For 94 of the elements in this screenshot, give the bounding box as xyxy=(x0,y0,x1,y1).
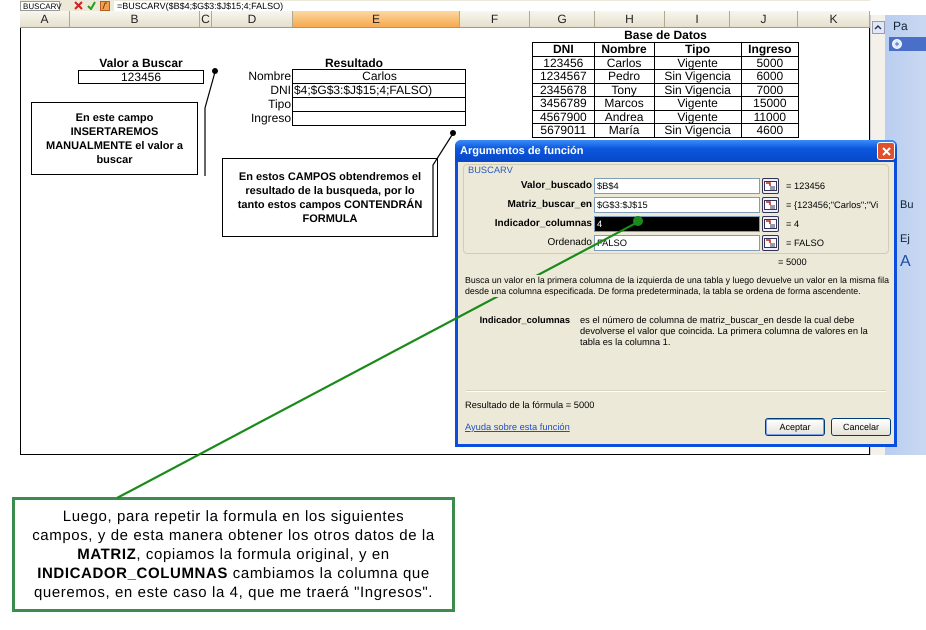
table-cell: Vigente xyxy=(654,110,742,124)
function-result: = 5000 xyxy=(778,257,808,269)
field-label: Ingreso xyxy=(250,112,292,126)
close-icon xyxy=(880,146,892,156)
chevron-up-icon xyxy=(874,24,882,31)
argument-result: = FALSO xyxy=(785,238,825,248)
dialog-button[interactable]: Aceptar xyxy=(765,418,825,436)
function-description: Busca un valor en la primera columna de la izquierda de una tabla y luego devuelve un valor en la misma fila desde una columna especificada. De forma predeterminada, la tabla se ordena de forma ascendente. xyxy=(465,275,892,297)
table-cell: 7000 xyxy=(741,83,798,96)
table-cell: 15000 xyxy=(741,96,798,110)
argument-label: Ordenado xyxy=(546,237,592,248)
argument-description: es el número de columna de matriz_buscar_en desde la cual debe devolverse el valor que coincida. La primera columna de valores en la tabla es la columna 1. xyxy=(580,315,869,348)
label: Valor a Buscar xyxy=(98,56,184,70)
result-cell[interactable]: Carlos xyxy=(292,69,466,84)
callout-text: Luego, para repetir la formula en los siguientes campos, y de esta manera obtener los otros datos de la MATRIZ, copiamos la formula original, y en INDICADOR_COLUMNAS cambiamos la columna que queremos, en este caso la 4, que me traerá "Ingresos". xyxy=(31,507,436,602)
table-cell: Sin Vigencia xyxy=(654,83,742,96)
column-header[interactable]: E xyxy=(293,11,460,27)
column-header: Tipo xyxy=(654,42,742,56)
table-cell: 4600 xyxy=(741,124,798,137)
pane-label: Bu xyxy=(900,199,914,211)
column-header[interactable]: I xyxy=(665,11,730,27)
argument-result: = {123456;"Carlos";"Vi xyxy=(785,200,880,210)
dialog-button[interactable]: Cancelar xyxy=(831,418,891,436)
argument-field[interactable]: $B$4 xyxy=(594,178,760,194)
table-cell: 2345678 xyxy=(532,83,594,96)
formula-result: Resultado de la fórmula = 5000 xyxy=(465,400,596,410)
table-cell: Sin Vigencia xyxy=(654,124,742,137)
close-button[interactable] xyxy=(877,142,895,160)
range-select-button[interactable] xyxy=(762,216,779,232)
table-cell: Vigente xyxy=(654,56,742,70)
column-header[interactable]: A xyxy=(20,11,70,27)
column-header[interactable]: F xyxy=(460,11,530,27)
table-cell: 6000 xyxy=(741,70,798,83)
argument-result: = 123456 xyxy=(785,180,826,190)
column-header[interactable]: H xyxy=(595,11,665,27)
name-box[interactable]: BUSCARV xyxy=(20,0,60,10)
table-cell: Pedro xyxy=(594,70,654,83)
scroll-up-button[interactable] xyxy=(872,21,884,34)
cancel-icon[interactable] xyxy=(74,1,83,10)
help-link[interactable]: Ayuda sobre esta función xyxy=(465,422,570,432)
column-header[interactable]: K xyxy=(798,11,870,27)
table-cell: María xyxy=(594,124,654,137)
field-label: Tipo xyxy=(267,98,292,112)
range-select-button[interactable] xyxy=(762,178,779,194)
table-cell: Vigente xyxy=(654,96,742,110)
note-text: En este campo INSERTAREMOS MANUALMENTE el valor a buscar xyxy=(45,110,184,166)
column-header: Nombre xyxy=(594,42,654,56)
dialog-title: Argumentos de función xyxy=(460,145,584,157)
formula-field[interactable]: =BUSCARV($B$4;$G$3:$J$15;4;FALSO) xyxy=(114,0,870,10)
table-cell: 3456789 xyxy=(532,96,594,110)
table-cell: 123456 xyxy=(532,56,594,70)
check-icon[interactable] xyxy=(87,1,96,10)
pane-label: Ej xyxy=(900,233,911,245)
table-cell: Carlos xyxy=(594,56,654,70)
field-label: DNI xyxy=(269,84,292,98)
label: Resultado xyxy=(324,56,384,70)
field-label: Nombre xyxy=(247,70,292,84)
pane-title: Pa xyxy=(893,19,909,33)
result-cell[interactable]: $4;$G$3:$J$15;4;FALSO) xyxy=(292,83,466,98)
argument-label: Matriz_buscar_en xyxy=(506,199,592,210)
table-title: Base de Datos xyxy=(623,28,708,42)
column-header[interactable]: B xyxy=(70,11,200,27)
pane-heading: A xyxy=(900,253,912,271)
table-cell: Tony xyxy=(594,83,654,96)
table-cell: 1234567 xyxy=(532,70,594,83)
argument-field[interactable]: 4 xyxy=(594,216,760,232)
argument-label: Indicador_columnas xyxy=(494,218,592,229)
table-cell: 4567900 xyxy=(532,110,594,124)
column-header[interactable]: C xyxy=(200,11,212,27)
column-header[interactable]: G xyxy=(530,11,595,27)
table-cell: 5000 xyxy=(741,56,798,70)
column-header[interactable]: D xyxy=(212,11,293,27)
argument-result: = 4 xyxy=(785,218,800,228)
insert-function-icon[interactable] xyxy=(100,0,110,10)
argument-label: Valor_buscado xyxy=(520,180,592,191)
input-cell[interactable]: 123456 xyxy=(78,70,204,84)
table-cell: Marcos xyxy=(594,96,654,110)
argument-name: Indicador_columnas xyxy=(478,315,571,327)
column-header: DNI xyxy=(532,42,594,56)
plus-icon[interactable] xyxy=(892,39,902,49)
group-label: BUSCARV xyxy=(468,165,514,176)
argument-field[interactable]: FALSO xyxy=(594,234,760,250)
note-text: En estos CAMPOS obtendremos el resultado de la busqueda, por lo tanto estos campos CONTENDRÁN FORMULA xyxy=(236,170,424,226)
range-select-button[interactable] xyxy=(762,234,779,250)
table-cell: 11000 xyxy=(741,110,798,124)
table-cell: 5679011 xyxy=(532,124,594,137)
column-header: Ingreso xyxy=(741,42,798,56)
table-cell: Andrea xyxy=(594,110,654,124)
table-cell: Sin Vigencia xyxy=(654,70,742,83)
range-select-button[interactable] xyxy=(762,196,779,212)
result-cell[interactable] xyxy=(292,111,466,126)
column-header[interactable]: J xyxy=(730,11,798,27)
argument-field[interactable]: $G$3:$J$15 xyxy=(594,196,760,212)
result-cell[interactable] xyxy=(292,97,466,112)
